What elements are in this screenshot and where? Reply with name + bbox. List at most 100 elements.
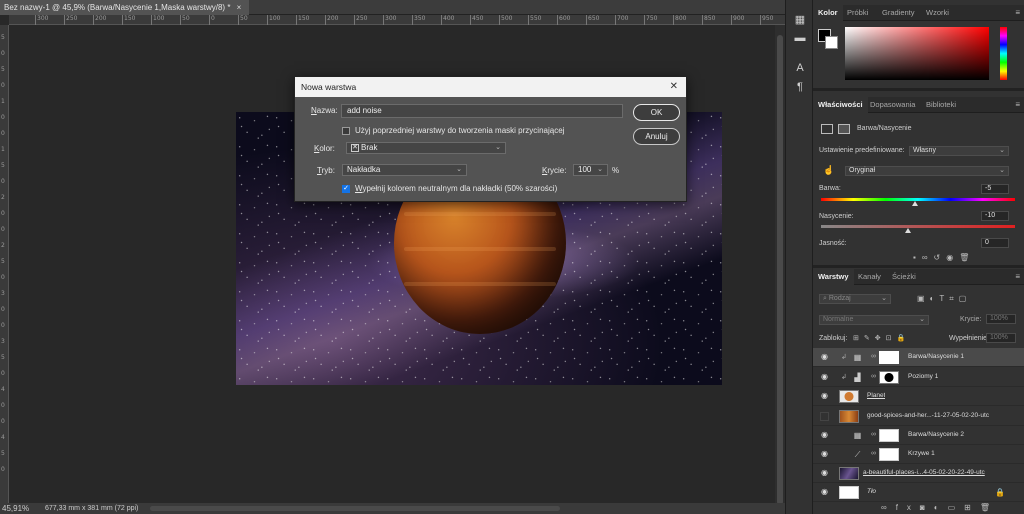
eye-icon[interactable]: ◉ bbox=[820, 373, 829, 381]
ruler-tick-label: 250 bbox=[353, 15, 368, 25]
tab-swatches[interactable]: Próbki bbox=[842, 5, 873, 21]
layer-name-input[interactable]: add noise bbox=[341, 104, 623, 118]
ruler-tick-label: 5 bbox=[1, 450, 5, 457]
properties-footer-icons[interactable]: ▪∞↺◉🗑 bbox=[913, 253, 975, 262]
ruler-tick-label: 150 bbox=[295, 15, 310, 25]
hue-value-input[interactable]: -5 bbox=[981, 184, 1009, 194]
eye-icon[interactable]: ◉ bbox=[820, 469, 829, 477]
hue-slider[interactable] bbox=[1000, 27, 1007, 80]
history-icon[interactable]: ▦ bbox=[793, 13, 807, 27]
layer-row[interactable]: ◉ Planet bbox=[813, 387, 1024, 406]
lightness-value-input[interactable]: 0 bbox=[981, 238, 1009, 248]
levels-adjustment-icon: ▟ bbox=[854, 373, 861, 382]
hue-slider-thumb[interactable] bbox=[912, 201, 919, 206]
layer-opacity-input[interactable]: 100% bbox=[986, 314, 1016, 324]
layer-mask-thumbnail[interactable] bbox=[879, 351, 899, 364]
link-icon[interactable]: ∞ bbox=[871, 450, 876, 457]
color-dropdown[interactable]: ✕ Brak ⌄ bbox=[346, 142, 506, 154]
eye-icon[interactable]: ◉ bbox=[820, 431, 829, 439]
tab-color[interactable]: Kolor bbox=[813, 5, 843, 21]
ruler-tick-label: 5 bbox=[1, 354, 5, 361]
ruler-tick-label: 0 bbox=[1, 402, 5, 409]
ruler-tick-label: 100 bbox=[266, 15, 281, 25]
layer-name: Krzywe 1 bbox=[908, 450, 935, 457]
layer-blend-mode-dropdown[interactable]: Normalne ⌄ bbox=[819, 315, 929, 325]
channel-dropdown[interactable]: Oryginał ⌄ bbox=[845, 166, 1009, 176]
layers-footer-icons[interactable]: ∞fx◙◐▭⊞🗑 bbox=[881, 503, 999, 512]
link-icon[interactable]: ∞ bbox=[871, 373, 876, 380]
tab-channels[interactable]: Kanały bbox=[853, 269, 886, 285]
vertical-ruler[interactable]: 5 0 5 0 1 0 0 1 5 0 2 0 0 2 5 0 3 0 0 3 5 0 4 0 0 4 5 0 bbox=[0, 25, 9, 503]
opacity-input[interactable]: 100 ⌄ bbox=[573, 164, 608, 176]
layer-row[interactable]: ◉ Tło 🔒 bbox=[813, 483, 1024, 502]
saturation-track[interactable] bbox=[821, 225, 1015, 228]
ruler-tick-label: 1 bbox=[1, 146, 5, 153]
preset-dropdown[interactable]: Własny ⌄ bbox=[909, 146, 1009, 156]
layer-mask-thumbnail[interactable] bbox=[879, 371, 899, 384]
layer-thumbnail[interactable] bbox=[839, 486, 859, 499]
clip-mask-checkbox[interactable] bbox=[342, 127, 350, 135]
tab-properties[interactable]: Właściwości bbox=[813, 97, 868, 113]
ruler-tick-label: 0 bbox=[1, 306, 5, 313]
character-icon[interactable]: A bbox=[793, 61, 807, 75]
close-icon[interactable]: ✕ bbox=[670, 77, 678, 97]
saturation-value-input[interactable]: -10 bbox=[981, 211, 1009, 221]
eye-icon[interactable]: ◉ bbox=[820, 488, 829, 496]
layer-fill-input[interactable]: 100% bbox=[986, 333, 1016, 343]
layer-filter-icons[interactable]: ▣◐T⌗▢ bbox=[917, 294, 971, 304]
neutral-fill-checkbox[interactable]: ✓ bbox=[342, 185, 350, 193]
horizontal-ruler[interactable]: 300 250 200 150 100 50 0 50 100 150 200 250 300 350 40… bbox=[9, 15, 785, 25]
mask-icon[interactable] bbox=[838, 124, 850, 134]
dialog-titlebar[interactable]: Nowa warstwa ✕ bbox=[295, 77, 686, 97]
paragraph-icon[interactable]: ¶ bbox=[793, 80, 807, 94]
zoom-level[interactable]: 45,91% bbox=[2, 504, 29, 513]
document-tab-title: Bez nazwy-1 @ 45,9% (Barwa/Nasycenie 1,M… bbox=[4, 3, 231, 12]
tab-libraries[interactable]: Biblioteki bbox=[921, 97, 961, 113]
eye-icon[interactable]: ◉ bbox=[820, 353, 829, 361]
background-swatch[interactable] bbox=[825, 36, 838, 49]
link-icon[interactable]: ∞ bbox=[871, 353, 876, 360]
layer-thumbnail[interactable] bbox=[839, 410, 859, 423]
cancel-button[interactable]: Anuluj bbox=[633, 128, 680, 145]
comments-icon[interactable]: ▬ bbox=[793, 31, 807, 45]
ruler-tick-label: 2 bbox=[1, 194, 5, 201]
panel-menu-icon[interactable]: ≡ bbox=[1015, 272, 1020, 281]
saturation-slider-thumb[interactable] bbox=[905, 228, 912, 233]
visibility-toggle-empty[interactable] bbox=[820, 412, 829, 421]
tab-patterns[interactable]: Wzorki bbox=[921, 5, 954, 21]
color-picker-field[interactable] bbox=[845, 27, 989, 80]
eye-icon[interactable]: ◉ bbox=[820, 392, 829, 400]
layer-row[interactable]: good-spices-and-her...-11-27-05-02-20-ut… bbox=[813, 407, 1024, 426]
vertical-scrollbar[interactable] bbox=[775, 25, 785, 505]
layer-row[interactable]: ◉ a-beautiful-places-i...4-05-02-20-22-4… bbox=[813, 464, 1024, 483]
lock-icons[interactable]: ⊞✎✥⊡🔒 bbox=[853, 334, 910, 342]
layer-row[interactable]: ◉ ⟋ ∞ Krzywe 1 bbox=[813, 445, 1024, 464]
tab-paths[interactable]: Ścieżki bbox=[887, 269, 921, 285]
document-size[interactable]: 677,33 mm x 381 mm (72 ppi) bbox=[45, 505, 138, 512]
link-icon[interactable]: ∞ bbox=[871, 431, 876, 438]
panel-menu-icon[interactable]: ≡ bbox=[1015, 8, 1020, 17]
blend-mode-dropdown[interactable]: Nakładka ⌄ bbox=[342, 164, 467, 176]
close-tab-icon[interactable]: × bbox=[237, 3, 242, 12]
eye-icon[interactable]: ◉ bbox=[820, 450, 829, 458]
layer-mask-thumbnail[interactable] bbox=[879, 448, 899, 461]
tab-layers[interactable]: Warstwy bbox=[813, 269, 854, 285]
layer-thumbnail[interactable] bbox=[839, 390, 859, 403]
tab-adjustments[interactable]: Dopasowania bbox=[865, 97, 920, 113]
layer-row[interactable]: ◉ ↲ ▦ ∞ Barwa/Nasycenie 1 bbox=[813, 348, 1024, 367]
layer-filter-dropdown[interactable]: ⌕ Rodzaj ⌄ bbox=[819, 294, 891, 304]
document-tab[interactable]: Bez nazwy-1 @ 45,9% (Barwa/Nasycenie 1,M… bbox=[0, 0, 250, 15]
layer-row[interactable]: ◉ ↲ ▟ ∞ Poziomy 1 bbox=[813, 368, 1024, 387]
ruler-tick-label: 300 bbox=[34, 15, 49, 25]
ruler-tick-label: 150 bbox=[121, 15, 136, 25]
target-adjustment-icon[interactable]: ☝ bbox=[823, 165, 834, 176]
tab-gradients[interactable]: Gradienty bbox=[877, 5, 920, 21]
scrollbar-thumb[interactable] bbox=[777, 35, 783, 505]
panel-menu-icon[interactable]: ≡ bbox=[1015, 100, 1020, 109]
ruler-tick-label: 0 bbox=[1, 210, 5, 217]
layer-mask-thumbnail[interactable] bbox=[879, 429, 899, 442]
layer-row[interactable]: ◉ ▦ ∞ Barwa/Nasycenie 2 bbox=[813, 426, 1024, 445]
ok-button[interactable]: OK bbox=[633, 104, 680, 121]
horizontal-scrollbar[interactable] bbox=[150, 506, 560, 511]
layer-thumbnail[interactable] bbox=[839, 467, 859, 480]
